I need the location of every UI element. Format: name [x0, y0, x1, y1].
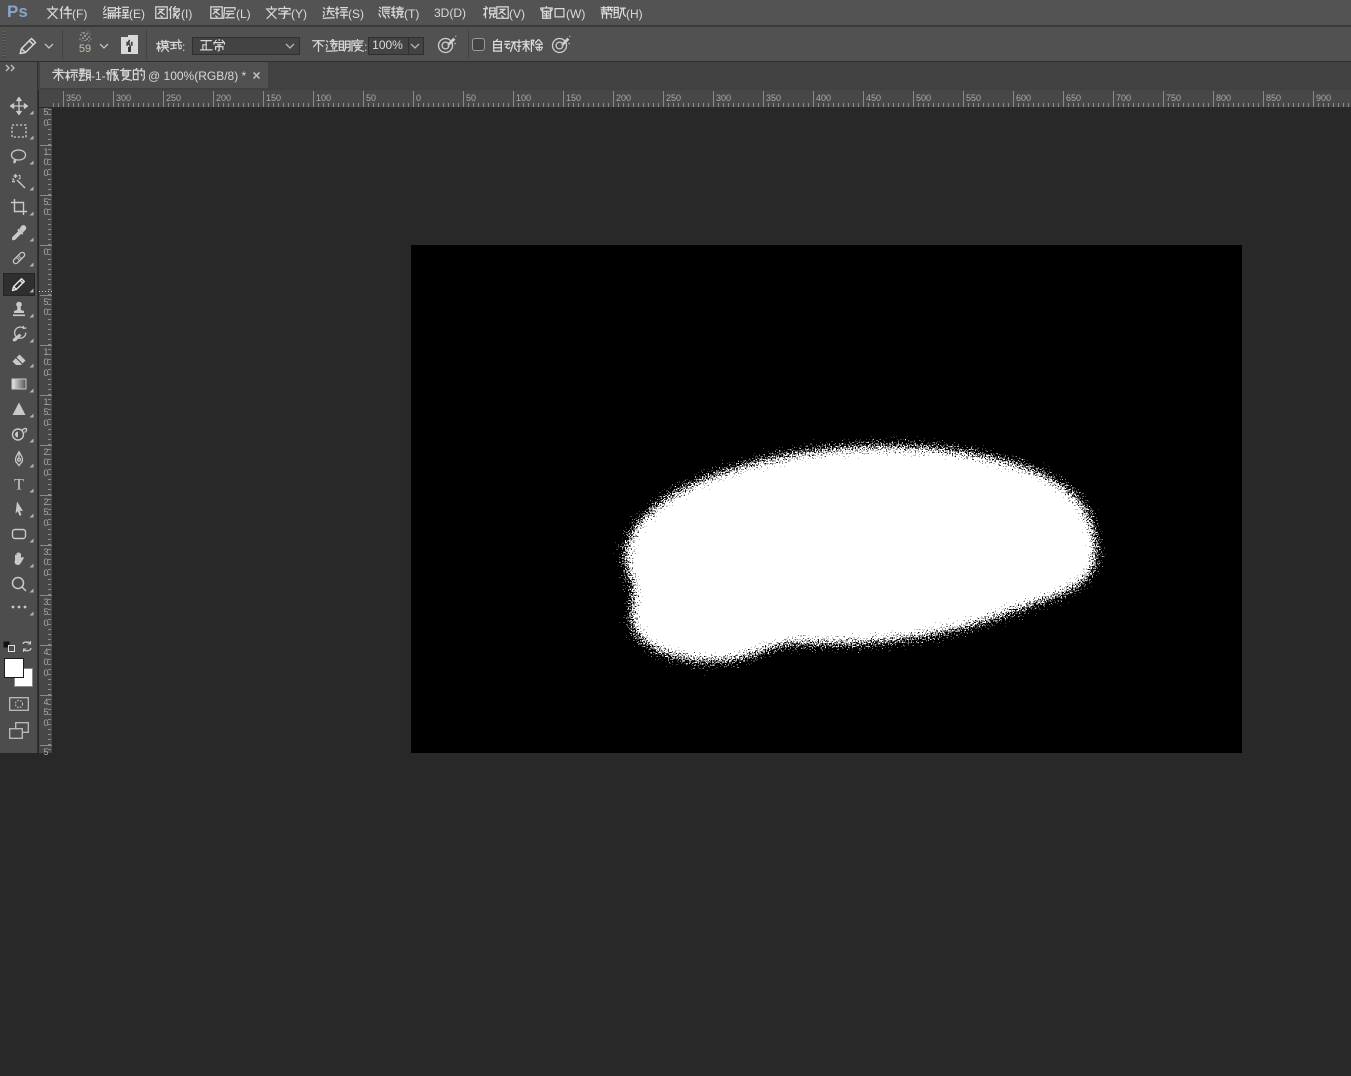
svg-text:T: T [14, 477, 24, 494]
